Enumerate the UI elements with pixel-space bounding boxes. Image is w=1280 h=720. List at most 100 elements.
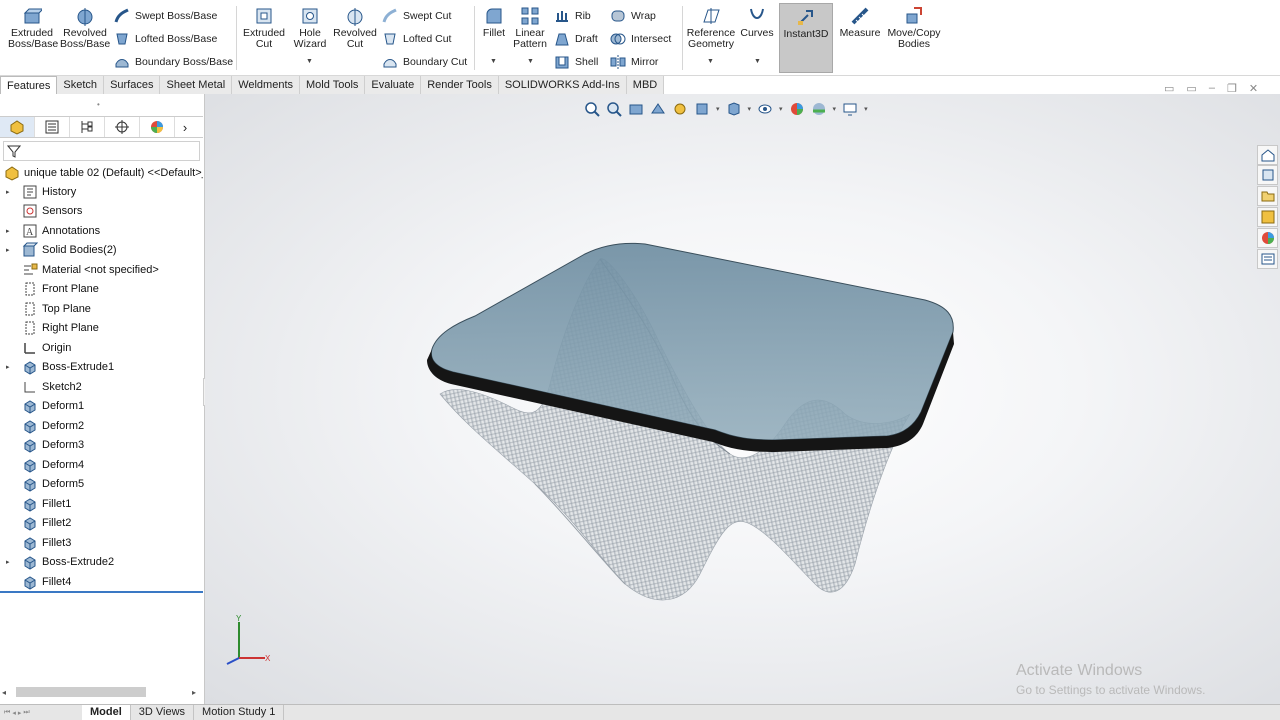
task-pane-view-palette-tab[interactable] (1257, 207, 1278, 227)
tab-mbd[interactable]: MBD (626, 76, 665, 94)
section-view-icon[interactable] (650, 101, 666, 117)
tab-mold-tools[interactable]: Mold Tools (300, 76, 366, 94)
hole-wizard-dropdown-icon[interactable]: ▼ (306, 58, 313, 65)
tree-item-fillet3[interactable]: Fillet3 (0, 533, 203, 552)
tab-surfaces[interactable]: Surfaces (104, 76, 161, 94)
hide-show-items-icon[interactable] (757, 101, 773, 117)
expand-arrow-icon[interactable]: ▸ (6, 227, 16, 235)
draft-button[interactable]: Draft (554, 31, 598, 47)
tree-item-deform3[interactable]: Deform3 (0, 436, 203, 455)
measure-button[interactable]: Measure (838, 6, 882, 39)
task-pane-file-explorer-tab[interactable] (1257, 186, 1278, 206)
linear-pattern-button[interactable]: Linear Pattern (512, 6, 548, 50)
restore-icon[interactable]: ❐ (1227, 82, 1237, 95)
move-copy-bodies-button[interactable]: Move/Copy Bodies (886, 6, 942, 50)
edit-appearance-icon[interactable] (789, 101, 805, 117)
extruded-boss-button[interactable]: Extruded Boss/Base (8, 6, 58, 50)
tab-evaluate[interactable]: Evaluate (365, 76, 422, 94)
boundary-boss-button[interactable]: Boundary Boss/Base (114, 54, 233, 70)
tree-item-annotations[interactable]: ▸ A Annotations (0, 221, 203, 240)
revolved-cut-button[interactable]: Revolved Cut (333, 6, 377, 50)
tree-item-front-plane[interactable]: Front Plane (0, 280, 203, 299)
tree-root-part[interactable]: unique table 02 (Default) <<Default>_ (0, 163, 203, 182)
tile-right-icon[interactable]: ▭ (1186, 82, 1196, 95)
scroll-right-icon[interactable]: ▸ (192, 688, 202, 697)
task-pane-design-library-tab[interactable] (1257, 165, 1278, 185)
view-settings-icon[interactable] (842, 101, 858, 117)
tile-left-icon[interactable]: ▭ (1164, 82, 1174, 95)
intersect-button[interactable]: Intersect (610, 31, 671, 47)
instant3d-button[interactable]: Instant3D (779, 3, 833, 73)
hole-wizard-button[interactable]: Hole Wizard (290, 6, 330, 50)
expand-arrow-icon[interactable]: ▸ (6, 363, 16, 371)
apply-scene-dropdown-icon[interactable]: ▾ (833, 105, 837, 113)
property-manager-tab[interactable] (35, 117, 70, 137)
view-orientation-dropdown-icon[interactable]: ▾ (716, 105, 720, 113)
scroll-thumb[interactable] (16, 687, 146, 697)
view-orientation-icon[interactable] (694, 101, 710, 117)
task-pane-home-tab[interactable] (1257, 145, 1278, 165)
hide-show-dropdown-icon[interactable]: ▾ (779, 105, 783, 113)
fillet-dropdown-icon[interactable]: ▼ (490, 58, 497, 65)
tree-item-deform5[interactable]: Deform5 (0, 475, 203, 494)
rollback-bar[interactable] (0, 591, 203, 593)
feature-manager-tab[interactable] (0, 117, 35, 137)
task-pane-appearances-tab[interactable] (1257, 228, 1278, 248)
pattern-dropdown-icon[interactable]: ▼ (527, 58, 534, 65)
reference-dropdown-icon[interactable]: ▼ (707, 58, 714, 65)
swept-boss-button[interactable]: Swept Boss/Base (114, 8, 217, 24)
minimize-icon[interactable]: – (1209, 82, 1215, 95)
revolved-boss-button[interactable]: Revolved Boss/Base (60, 6, 110, 50)
wrap-button[interactable]: Wrap (610, 8, 656, 24)
reference-geometry-button[interactable]: Reference Geometry (686, 6, 736, 50)
expand-arrow-icon[interactable]: ▸ (6, 188, 16, 196)
scroll-left-icon[interactable]: ◂ (2, 688, 12, 697)
bottom-tab-3d-views[interactable]: 3D Views (131, 705, 195, 720)
fillet-button[interactable]: Fillet (480, 6, 508, 39)
tree-item-solid-bodies-2[interactable]: ▸ Solid Bodies(2) (0, 241, 203, 260)
tree-item-deform1[interactable]: Deform1 (0, 397, 203, 416)
tree-item-fillet1[interactable]: Fillet1 (0, 494, 203, 513)
last-tab-icon[interactable]: ⏭ (23, 709, 29, 717)
close-icon[interactable]: ✕ (1249, 82, 1258, 95)
view-settings-dropdown-icon[interactable]: ▾ (864, 105, 868, 113)
tree-filter-field[interactable] (3, 141, 200, 161)
tree-item-boss-extrude2[interactable]: ▸ Boss-Extrude2 (0, 553, 203, 572)
prev-tab-icon[interactable]: ◂ (12, 709, 16, 717)
tree-item-material-not-specified[interactable]: Material <not specified> (0, 260, 203, 279)
expand-arrow-icon[interactable]: ▸ (6, 558, 16, 566)
next-tab-icon[interactable]: ▸ (18, 709, 22, 717)
tree-item-history[interactable]: ▸ History (0, 182, 203, 201)
zoom-to-fit-icon[interactable] (584, 101, 600, 117)
dimxpert-manager-tab[interactable] (105, 117, 140, 137)
lofted-cut-button[interactable]: Lofted Cut (382, 31, 451, 47)
tree-item-sketch2[interactable]: Sketch2 (0, 377, 203, 396)
tab-render-tools[interactable]: Render Tools (421, 76, 499, 94)
display-style-dropdown-icon[interactable]: ▾ (748, 105, 752, 113)
graphics-area[interactable]: Y X Activate Windows Go to Settings to a… (205, 94, 1280, 704)
dynamic-annotation-icon[interactable] (672, 101, 688, 117)
apply-scene-icon[interactable] (811, 101, 827, 117)
configuration-manager-tab[interactable] (70, 117, 105, 137)
display-manager-tab[interactable] (140, 117, 175, 137)
curves-dropdown-icon[interactable]: ▼ (754, 58, 761, 65)
panel-splitter-handle[interactable]: • (97, 100, 100, 109)
bottom-tab-motion-study-1[interactable]: Motion Study 1 (194, 705, 285, 720)
tree-item-deform4[interactable]: Deform4 (0, 455, 203, 474)
zoom-to-area-icon[interactable] (606, 101, 622, 117)
mirror-button[interactable]: Mirror (610, 54, 658, 70)
tree-item-sensors[interactable]: Sensors (0, 202, 203, 221)
tree-item-right-plane[interactable]: Right Plane (0, 319, 203, 338)
curves-button[interactable]: Curves (740, 6, 774, 39)
tree-item-origin[interactable]: Origin (0, 338, 203, 357)
tab-solidworks-add-ins[interactable]: SOLIDWORKS Add-Ins (498, 76, 627, 94)
tree-item-deform2[interactable]: Deform2 (0, 416, 203, 435)
first-tab-icon[interactable]: ⏮ (4, 709, 10, 717)
lofted-boss-button[interactable]: Lofted Boss/Base (114, 31, 217, 47)
table-3d-model[interactable] (205, 94, 1280, 704)
tree-item-top-plane[interactable]: Top Plane (0, 299, 203, 318)
expand-arrow-icon[interactable]: ▸ (6, 246, 16, 254)
extruded-cut-button[interactable]: Extruded Cut (242, 6, 286, 50)
tab-features[interactable]: Features (0, 76, 58, 94)
panel-tabs-more-chevron-icon[interactable]: › (175, 117, 195, 137)
